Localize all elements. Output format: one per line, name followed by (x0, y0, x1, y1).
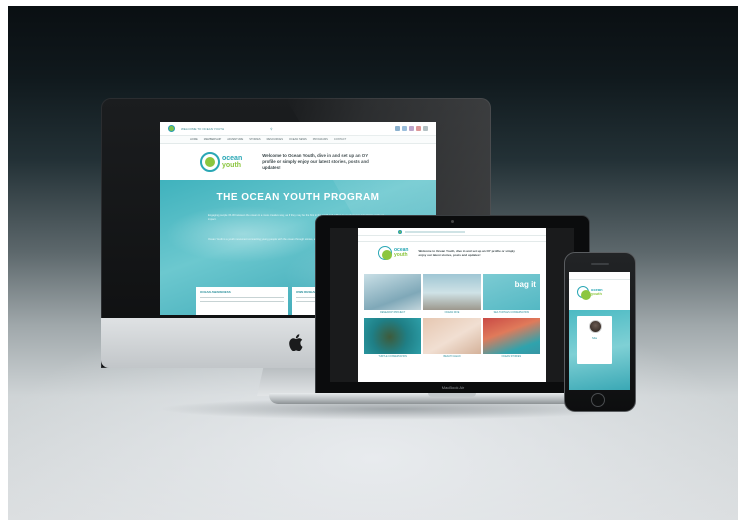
hero-title: THE OCEAN YOUTH PROGRAM (216, 192, 380, 203)
ocean-youth-logo[interactable]: ocean youth (569, 280, 630, 304)
logo-word-2: youth (591, 291, 602, 296)
welcome-text: Welcome to Ocean Youth, dive in and set … (262, 153, 369, 170)
nav-item[interactable]: HOME (190, 138, 198, 141)
story-tile[interactable]: OCEAN DIVE (423, 274, 481, 316)
macbook-header: ocean youth Welcome to Ocean Youth, dive… (358, 242, 546, 264)
tile-caption: TURTLE CONSERVATION (364, 354, 422, 360)
home-button[interactable] (591, 393, 605, 407)
twitter-icon[interactable] (402, 126, 407, 131)
logo-mark-icon (378, 246, 392, 260)
nav-item[interactable]: PROGRAMS (313, 138, 328, 141)
nav-item[interactable]: ADVENTURE (227, 138, 243, 141)
avatar (589, 320, 602, 333)
story-tile[interactable]: TURTLE CONSERVATION (364, 318, 422, 360)
search-icon[interactable]: ⚲ (270, 127, 272, 131)
nav-item[interactable]: RESOURCES (267, 138, 283, 141)
social-links (395, 126, 428, 131)
facebook-icon[interactable] (395, 126, 400, 131)
tile-caption: OCEAN STORIES (482, 354, 540, 360)
feature-card[interactable]: OCEAN AWARENESS (196, 287, 288, 315)
tile-caption: SEA TURTLES CONSERVATION (482, 310, 540, 316)
story-tile[interactable]: BEACH CLEAN (423, 318, 481, 360)
youtube-icon[interactable] (416, 126, 421, 131)
story-tile[interactable]: bag it SEA TURTLES CONSERVATION (482, 274, 540, 316)
story-tile[interactable]: RESEARCH PROJECT (364, 274, 422, 316)
macbook-site: ocean youth Welcome to Ocean Youth, dive… (358, 228, 546, 382)
ocean-youth-logo[interactable]: ocean youth (200, 152, 242, 172)
camera-icon (451, 220, 454, 223)
logo-word-2: youth (222, 162, 242, 169)
mini-logo-icon (168, 125, 175, 132)
logo-word-1: ocean (222, 155, 243, 162)
logo-word-2: youth (394, 252, 408, 258)
nav-item[interactable]: MEMBERSHIP (204, 138, 221, 141)
site-navigation: HOME MEMBERSHIP ADVENTURE STORIES RESOUR… (160, 136, 436, 144)
macbook-notch (428, 393, 476, 397)
macbook-label: MacBook Air (441, 385, 465, 390)
site-topbar: WELCOME TO OCEAN YOUTH ⚲ (160, 122, 436, 136)
apple-logo-icon (289, 334, 303, 351)
tile-caption: RESEARCH PROJECT (364, 310, 422, 316)
story-grid: RESEARCH PROJECT OCEAN DIVE bag it SEA T… (364, 274, 540, 360)
tile-caption: OCEAN DIVE (423, 310, 481, 316)
mail-icon[interactable] (423, 126, 428, 131)
tile-caption: BEACH CLEAN (423, 354, 481, 360)
nav-item[interactable]: CONTACT (334, 138, 346, 141)
card-title: OCEAN AWARENESS (200, 290, 231, 294)
story-tile[interactable]: OCEAN STORIES (482, 318, 540, 360)
nav-item[interactable]: OCEAN NEWS (289, 138, 307, 141)
ocean-youth-logo[interactable]: ocean youth (378, 246, 408, 260)
mini-logo-icon (398, 229, 402, 234)
topbar-text: WELCOME TO OCEAN YOUTH (181, 126, 225, 131)
logo-mark-icon (200, 152, 220, 172)
instagram-icon[interactable] (409, 126, 414, 131)
welcome-text: Welcome to Ocean Youth, dive in and set … (418, 249, 515, 257)
site-header: ocean youth Welcome to Ocean Youth, dive… (160, 144, 436, 180)
macbook-screen: ocean youth Welcome to Ocean Youth, dive… (330, 228, 574, 382)
nav-item[interactable]: STORIES (249, 138, 260, 141)
bag-it-text: bag it (514, 280, 536, 289)
speaker-icon (591, 263, 609, 265)
profile-name: Mia (592, 336, 597, 340)
logo-mark-icon (577, 286, 591, 300)
